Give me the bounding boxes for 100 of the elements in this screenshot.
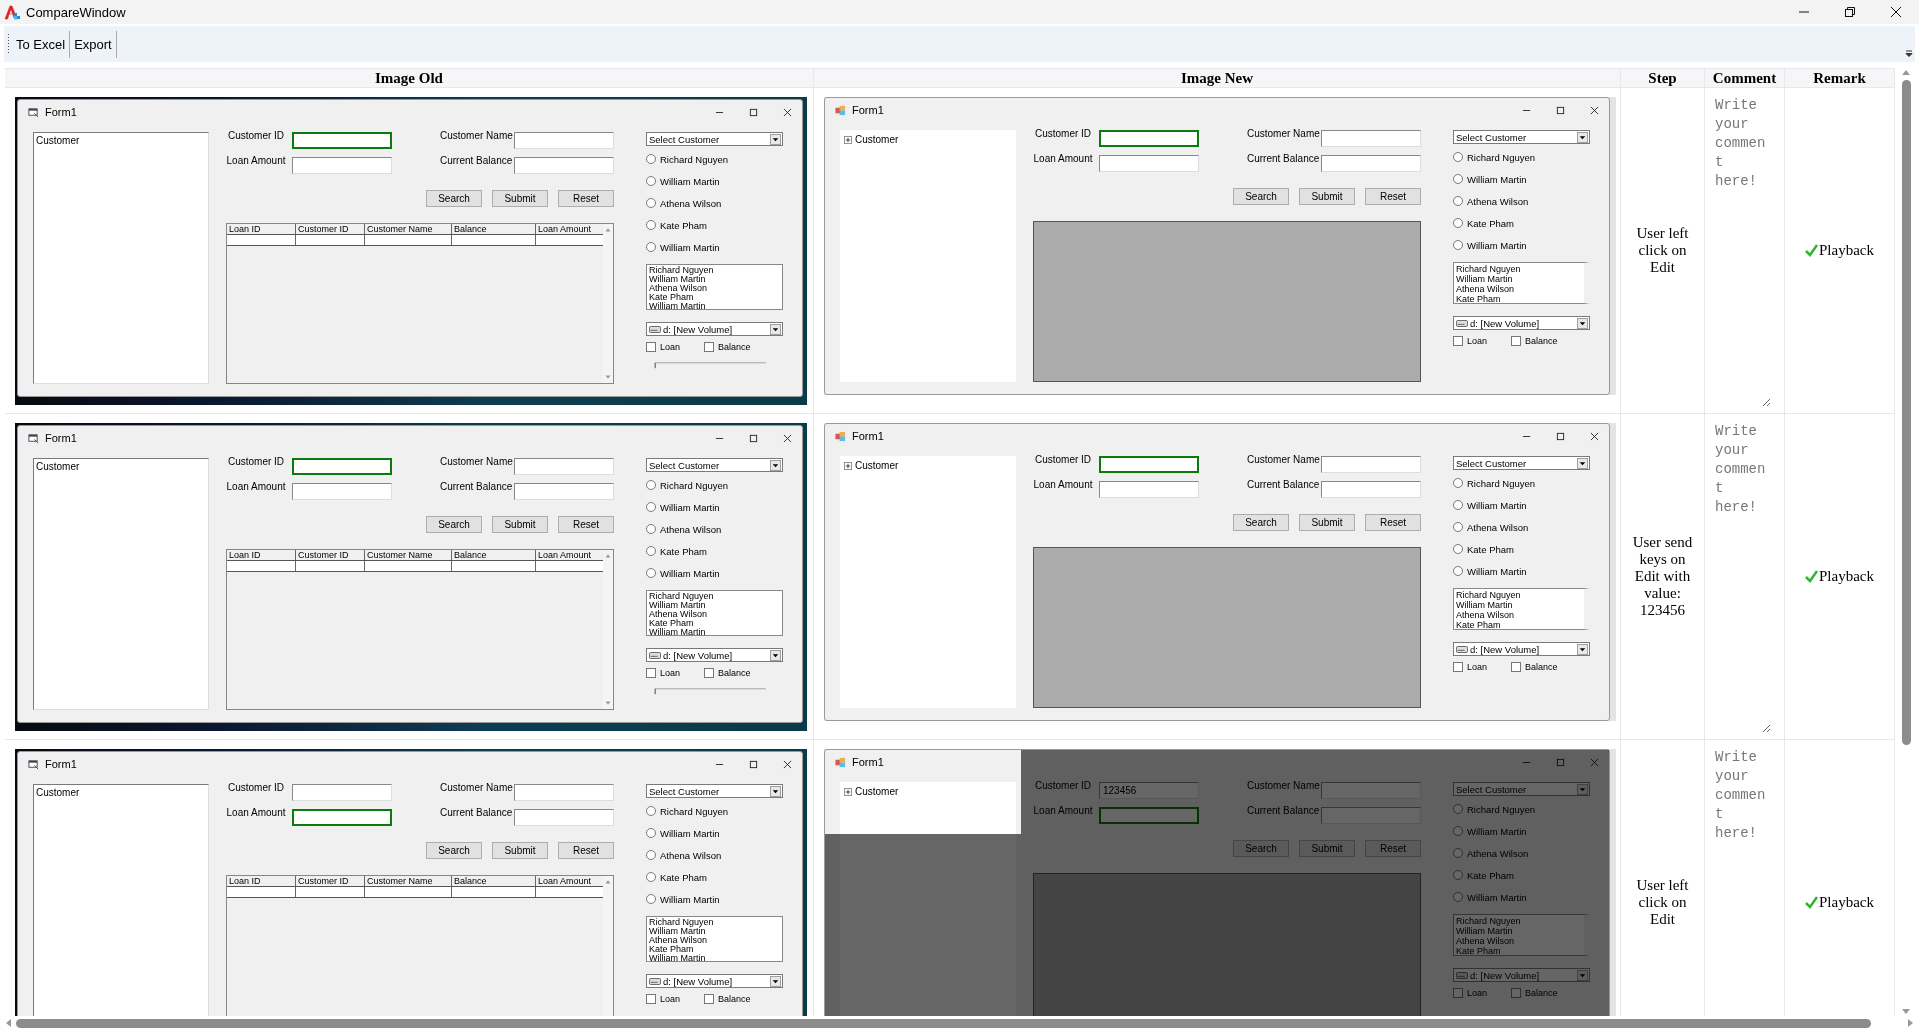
text-field[interactable] bbox=[292, 483, 392, 500]
list-item[interactable]: Richard Nguyen bbox=[1456, 590, 1582, 600]
close-icon[interactable] bbox=[1889, 5, 1903, 19]
checkbox[interactable] bbox=[646, 994, 656, 1004]
column-header[interactable]: Customer Name bbox=[365, 224, 452, 234]
customer-dropdown[interactable]: Select Customer bbox=[646, 784, 783, 798]
close-icon[interactable] bbox=[1590, 431, 1599, 441]
list-item[interactable]: Kate Pham bbox=[1456, 620, 1582, 629]
tree-view[interactable]: Customer bbox=[840, 130, 1016, 382]
text-field[interactable] bbox=[1321, 155, 1421, 172]
checkbox[interactable] bbox=[1453, 336, 1463, 346]
list-item[interactable]: Athena Wilson bbox=[649, 610, 780, 619]
text-field[interactable] bbox=[1099, 130, 1199, 147]
radio-label[interactable]: Richard Nguyen bbox=[660, 479, 729, 491]
radio-label[interactable]: William Martin bbox=[1467, 565, 1527, 577]
radio-button[interactable] bbox=[1453, 522, 1463, 532]
form-button[interactable]: Search bbox=[1233, 188, 1289, 205]
text-field[interactable]: 123456 bbox=[1099, 782, 1199, 799]
text-field[interactable] bbox=[292, 784, 392, 801]
radio-button[interactable] bbox=[646, 154, 656, 164]
text-field[interactable] bbox=[1321, 481, 1421, 498]
form-button[interactable]: Submit bbox=[492, 190, 548, 207]
radio-button[interactable] bbox=[1453, 152, 1463, 162]
list-item[interactable]: William Martin bbox=[649, 954, 780, 961]
checkbox-label[interactable]: Balance bbox=[718, 994, 751, 1004]
checkbox[interactable] bbox=[704, 994, 714, 1004]
drive-dropdown[interactable]: d: [New Volume] bbox=[646, 322, 783, 336]
radio-label[interactable]: William Martin bbox=[660, 893, 720, 905]
customer-dropdown[interactable]: Select Customer bbox=[1453, 456, 1590, 470]
checkbox-label[interactable]: Loan bbox=[1467, 662, 1488, 672]
checkbox[interactable] bbox=[1453, 662, 1463, 672]
checkbox[interactable] bbox=[1511, 662, 1521, 672]
customer-dropdown[interactable]: Select Customer bbox=[1453, 782, 1590, 796]
text-field[interactable] bbox=[292, 458, 392, 475]
column-header[interactable]: Loan ID bbox=[227, 550, 296, 560]
tree-item[interactable]: Customer bbox=[36, 461, 80, 472]
radio-button[interactable] bbox=[1453, 892, 1463, 902]
form-button[interactable]: Reset bbox=[1365, 514, 1421, 531]
list-item[interactable]: Kate Pham bbox=[649, 619, 780, 628]
radio-button[interactable] bbox=[646, 176, 656, 186]
list-box[interactable]: Richard Nguyen William Martin Athena Wilson Kate Pham William Martin bbox=[646, 590, 783, 636]
maximize-icon[interactable] bbox=[749, 107, 758, 117]
text-field[interactable] bbox=[1099, 456, 1199, 473]
list-item[interactable]: Kate Pham bbox=[1456, 294, 1582, 303]
scroll-down-icon[interactable] bbox=[1901, 1008, 1911, 1016]
checkbox-label[interactable]: Loan bbox=[660, 668, 681, 678]
tree-view[interactable]: Customer bbox=[33, 784, 209, 1016]
text-field[interactable] bbox=[514, 483, 614, 500]
radio-label[interactable]: Kate Pham bbox=[660, 871, 707, 883]
comment-field[interactable]: Write your comment here! bbox=[1715, 422, 1771, 733]
checkbox-label[interactable]: Balance bbox=[718, 342, 751, 352]
column-header[interactable]: Loan Amount bbox=[536, 876, 603, 886]
radio-button[interactable] bbox=[646, 242, 656, 252]
text-field[interactable] bbox=[292, 157, 392, 174]
customer-dropdown[interactable]: Select Customer bbox=[646, 132, 783, 146]
radio-label[interactable]: William Martin bbox=[1467, 499, 1527, 511]
radio-label[interactable]: William Martin bbox=[660, 175, 720, 187]
list-item[interactable]: William Martin bbox=[649, 275, 780, 284]
column-header[interactable]: Loan ID bbox=[227, 876, 296, 886]
list-item[interactable]: Richard Nguyen bbox=[649, 592, 780, 601]
checkbox[interactable] bbox=[1511, 336, 1521, 346]
list-item[interactable]: Richard Nguyen bbox=[649, 918, 780, 927]
checkbox[interactable] bbox=[1453, 988, 1463, 998]
checkbox-label[interactable]: Loan bbox=[660, 342, 681, 352]
list-item[interactable]: Kate Pham bbox=[1456, 946, 1582, 955]
radio-button[interactable] bbox=[646, 524, 656, 534]
radio-button[interactable] bbox=[1453, 478, 1463, 488]
form-button[interactable]: Reset bbox=[558, 842, 614, 859]
data-grid[interactable]: Loan ID Customer ID Customer Name Balance Loan Amount bbox=[226, 223, 614, 384]
column-header[interactable]: Loan Amount bbox=[536, 550, 603, 560]
column-header[interactable]: Balance bbox=[452, 550, 536, 560]
radio-button[interactable] bbox=[646, 502, 656, 512]
checkbox[interactable] bbox=[1511, 988, 1521, 998]
playback-button[interactable]: Playback bbox=[1805, 242, 1874, 259]
list-item[interactable]: Athena Wilson bbox=[649, 284, 780, 293]
tree-item[interactable]: Customer bbox=[36, 135, 80, 146]
checkbox-label[interactable]: Balance bbox=[1525, 662, 1558, 672]
list-item[interactable]: Richard Nguyen bbox=[649, 266, 780, 275]
text-field[interactable] bbox=[1099, 155, 1199, 172]
close-icon[interactable] bbox=[783, 433, 792, 443]
text-field[interactable] bbox=[514, 132, 614, 149]
tree-view[interactable]: Customer bbox=[33, 458, 209, 710]
maximize-icon[interactable] bbox=[749, 433, 758, 443]
radio-label[interactable]: Richard Nguyen bbox=[660, 153, 729, 165]
list-item[interactable]: William Martin bbox=[1456, 926, 1582, 936]
toolbar-button[interactable]: Export bbox=[70, 30, 117, 58]
list-item[interactable]: William Martin bbox=[649, 601, 780, 610]
maximize-icon[interactable] bbox=[1556, 431, 1565, 441]
maximize-icon[interactable] bbox=[749, 759, 758, 769]
drive-dropdown[interactable]: d: [New Volume] bbox=[646, 648, 783, 662]
column-header[interactable]: Loan Amount bbox=[536, 224, 603, 234]
form-button[interactable]: Reset bbox=[558, 516, 614, 533]
text-field[interactable] bbox=[1099, 807, 1199, 824]
column-header[interactable]: Customer Name bbox=[365, 550, 452, 560]
close-icon[interactable] bbox=[783, 759, 792, 769]
column-header[interactable]: Customer ID bbox=[296, 876, 365, 886]
toolbar-button[interactable]: To Excel bbox=[12, 30, 71, 58]
tree-view[interactable]: Customer bbox=[840, 782, 1016, 1016]
form-button[interactable]: Submit bbox=[492, 516, 548, 533]
drive-dropdown[interactable]: d: [New Volume] bbox=[1453, 642, 1590, 656]
